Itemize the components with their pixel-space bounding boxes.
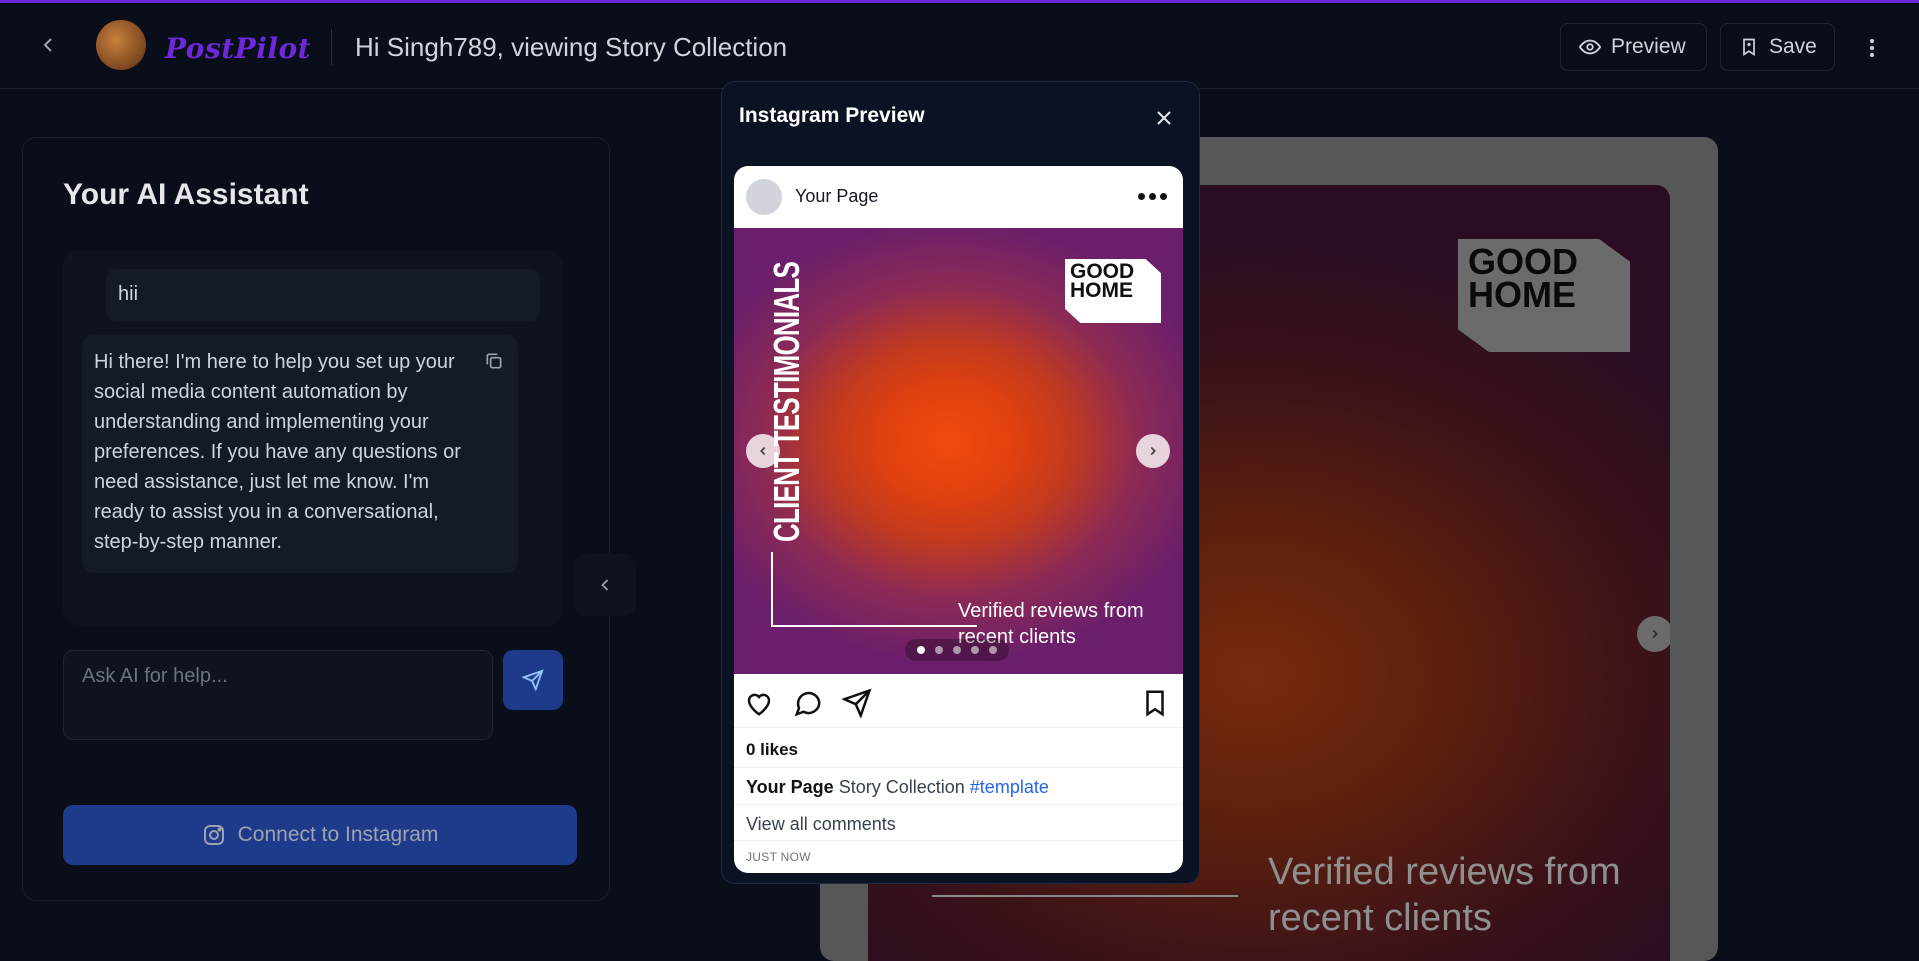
logo-text: PostPilot — [165, 32, 312, 65]
slide-decor-hline — [771, 625, 977, 627]
ai-assistant-panel: Your AI Assistant hii Hi there! I'm here… — [22, 137, 610, 901]
panel-title: Your AI Assistant — [63, 178, 309, 211]
connect-label: Connect to Instagram — [237, 823, 439, 846]
post-carousel-slide[interactable]: CLIENT TESTIMONIALS GOOD HOME Verified r… — [734, 228, 1183, 674]
caption-hashtag[interactable]: #template — [970, 777, 1049, 797]
chevron-left-icon — [595, 575, 615, 595]
carousel-dot[interactable] — [971, 646, 979, 654]
page-title: Hi Singh789, viewing Story Collection — [355, 32, 788, 62]
carousel-prev-button[interactable] — [746, 434, 780, 468]
ai-message-text: Hi there! I'm here to help you set up yo… — [94, 351, 461, 553]
avatar[interactable] — [746, 179, 782, 215]
divider — [734, 767, 1183, 768]
post-header: Your Page — [734, 166, 1183, 228]
heart-icon[interactable] — [744, 688, 774, 718]
copy-icon[interactable] — [484, 351, 504, 371]
more-options-icon[interactable] — [1136, 186, 1170, 206]
carousel-next-button[interactable] — [1136, 434, 1170, 468]
canvas-caption: Verified reviews from recent clients — [1268, 851, 1621, 939]
divider — [734, 840, 1183, 841]
caption-user[interactable]: Your Page — [746, 777, 834, 797]
instagram-icon — [202, 823, 226, 847]
chevron-left-icon[interactable] — [36, 33, 60, 57]
carousel-dot[interactable] — [989, 646, 997, 654]
chat-history[interactable]: hii Hi there! I'm here to help you set u… — [63, 251, 563, 625]
send-button[interactable] — [503, 650, 563, 710]
slide-brand-logo: GOOD HOME — [1065, 259, 1161, 323]
send-icon — [522, 669, 544, 691]
modal-title: Instagram Preview — [739, 104, 925, 127]
canvas-decor-line — [932, 895, 1238, 897]
post-timestamp: JUST NOW — [746, 850, 811, 864]
bookmark-icon[interactable] — [1140, 688, 1170, 718]
slide-decor-vline — [771, 552, 773, 626]
header-divider — [331, 29, 332, 65]
share-icon[interactable] — [842, 688, 872, 718]
logo-avatar — [96, 20, 146, 70]
instagram-post: Your Page CLIENT TESTIMONIALS GOOD HOME … — [734, 166, 1183, 873]
app-header: PostPilot Hi Singh789, viewing Story Col… — [0, 3, 1919, 89]
post-page-name[interactable]: Your Page — [795, 186, 878, 207]
ask-ai-input[interactable]: Ask AI for help... — [63, 650, 493, 740]
user-message: hii — [106, 269, 540, 321]
instagram-preview-modal: Instagram Preview Your Page CLIENT TESTI… — [721, 81, 1200, 884]
caption-text: Story Collection — [838, 777, 965, 797]
likes-count: 0 likes — [746, 740, 798, 759]
save-button[interactable]: Save — [1720, 23, 1835, 71]
bookmark-icon — [1739, 36, 1759, 58]
carousel-dots — [905, 639, 1009, 661]
save-label: Save — [1769, 35, 1817, 58]
view-comments-link[interactable]: View all comments — [746, 814, 896, 835]
carousel-dot[interactable] — [935, 646, 943, 654]
carousel-dot[interactable] — [953, 646, 961, 654]
close-icon[interactable] — [1152, 106, 1176, 130]
connect-instagram-button[interactable]: Connect to Instagram — [63, 805, 577, 865]
collapse-panel-button[interactable] — [574, 554, 636, 616]
post-actions — [734, 674, 1183, 728]
canvas-next-button[interactable] — [1637, 616, 1670, 652]
preview-button[interactable]: Preview — [1560, 23, 1707, 71]
carousel-dot[interactable] — [917, 646, 925, 654]
divider — [734, 804, 1183, 805]
canvas-brand-logo: GOOD HOME — [1458, 239, 1630, 352]
preview-label: Preview — [1611, 35, 1686, 58]
eye-icon — [1579, 36, 1601, 58]
kebab-icon[interactable] — [1860, 36, 1884, 60]
comment-icon[interactable] — [793, 688, 823, 718]
ai-message: Hi there! I'm here to help you set up yo… — [82, 335, 518, 573]
post-caption: Your Page Story Collection #template — [746, 777, 1049, 798]
chevron-right-icon — [1648, 627, 1662, 641]
